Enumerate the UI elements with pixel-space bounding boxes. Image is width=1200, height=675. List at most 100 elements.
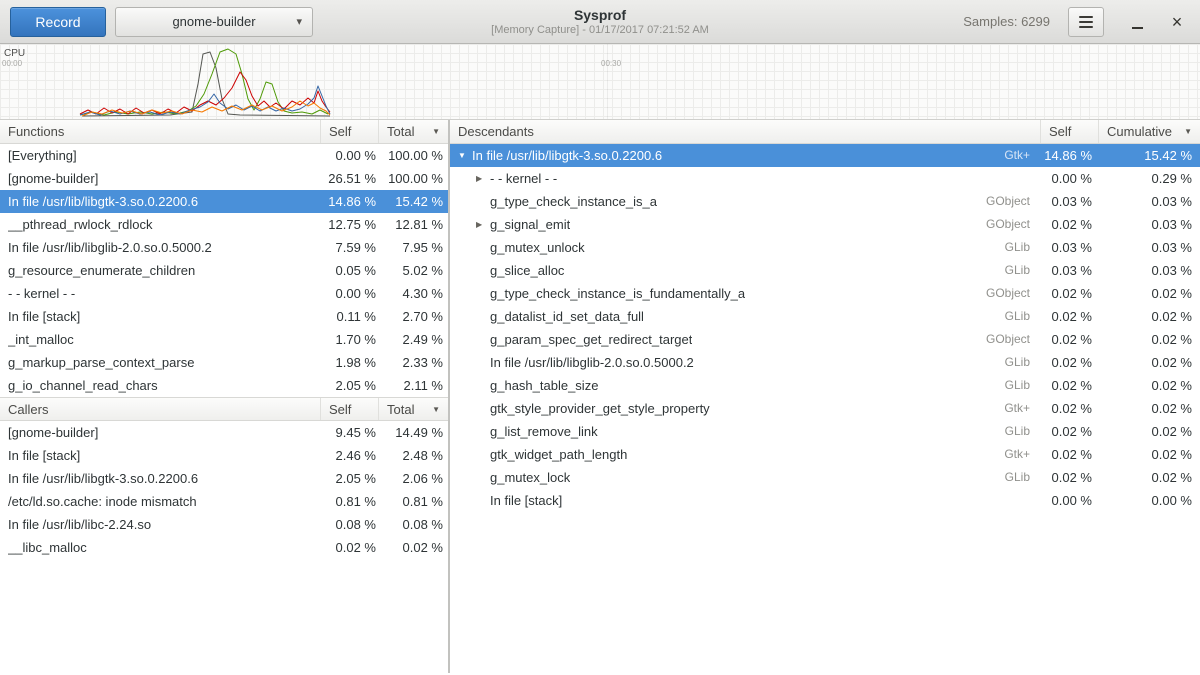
table-row[interactable]: gtk_widget_path_lengthGtk+0.02 %0.02 % xyxy=(450,443,1200,466)
column-header-callers[interactable]: Callers xyxy=(0,398,320,420)
table-row[interactable]: In file /usr/lib/libglib-2.0.so.0.5000.2… xyxy=(0,236,448,259)
function-name: g_markup_parse_context_parse xyxy=(8,351,194,374)
descendants-table: Descendants Self Cumulative ▼ ▼In file /… xyxy=(450,120,1200,512)
column-header-total[interactable]: Total ▼ xyxy=(378,120,448,143)
table-row[interactable]: g_list_remove_linkGLib0.02 %0.02 % xyxy=(450,420,1200,443)
column-header-functions[interactable]: Functions xyxy=(0,120,320,143)
name-cell: In file [stack] xyxy=(0,305,320,328)
table-row[interactable]: In file /usr/lib/libglib-2.0.so.0.5000.2… xyxy=(450,351,1200,374)
name-cell: __libc_malloc xyxy=(0,536,320,559)
name-cell: _int_malloc xyxy=(0,328,320,351)
library-category-label: GObject xyxy=(978,328,1040,351)
self-percent: 1.98 % xyxy=(320,351,378,374)
table-row[interactable]: g_type_check_instance_is_fundamentally_a… xyxy=(450,282,1200,305)
function-name: g_list_remove_link xyxy=(490,420,598,443)
table-row[interactable]: [gnome-builder]26.51 %100.00 % xyxy=(0,167,448,190)
total-percent: 0.02 % xyxy=(1098,351,1200,374)
total-percent: 15.42 % xyxy=(1098,144,1200,167)
self-percent: 0.02 % xyxy=(1040,351,1098,374)
table-row[interactable]: g_mutex_lockGLib0.02 %0.02 % xyxy=(450,466,1200,489)
name-cell: In file /usr/lib/libgtk-3.so.0.2200.6 xyxy=(0,190,320,213)
hamburger-icon xyxy=(1079,16,1093,28)
name-cell: In file [stack] xyxy=(0,444,320,467)
self-percent: 2.46 % xyxy=(320,444,378,467)
menu-button[interactable] xyxy=(1068,7,1104,37)
table-row[interactable]: In file [stack]0.11 %2.70 % xyxy=(0,305,448,328)
cpu-label: CPU xyxy=(4,48,25,59)
self-percent: 0.03 % xyxy=(1040,190,1098,213)
function-name: - - kernel - - xyxy=(490,167,557,190)
table-row[interactable]: ▼In file /usr/lib/libgtk-3.so.0.2200.6Gt… xyxy=(450,144,1200,167)
table-row[interactable]: __pthread_rwlock_rdlock12.75 %12.81 % xyxy=(0,213,448,236)
close-icon: × xyxy=(1172,12,1183,32)
name-cell: g_list_remove_linkGLib xyxy=(450,420,1040,443)
table-row[interactable]: g_io_channel_read_chars2.05 %2.11 % xyxy=(0,374,448,397)
minimize-button[interactable] xyxy=(1124,8,1150,36)
table-row[interactable]: g_markup_parse_context_parse 1.98 %2.33 % xyxy=(0,351,448,374)
table-row[interactable]: [Everything]0.00 %100.00 % xyxy=(0,144,448,167)
expander-closed-icon[interactable]: ▶ xyxy=(474,167,490,190)
table-row[interactable]: g_param_spec_get_redirect_targetGObject0… xyxy=(450,328,1200,351)
total-percent: 2.11 % xyxy=(378,374,448,397)
function-name: [Everything] xyxy=(8,144,77,167)
functions-rows: [Everything]0.00 %100.00 %[gnome-builder… xyxy=(0,144,448,397)
column-header-self[interactable]: Self xyxy=(320,120,378,143)
column-header-self[interactable]: Self xyxy=(1040,120,1098,143)
cpu-timeline[interactable]: CPU 00:00 00:30 xyxy=(0,44,1200,120)
function-name: /etc/ld.so.cache: inode mismatch xyxy=(8,490,197,513)
expander-closed-icon[interactable]: ▶ xyxy=(474,213,490,236)
table-row[interactable]: __libc_malloc0.02 %0.02 % xyxy=(0,536,448,559)
total-percent: 7.95 % xyxy=(378,236,448,259)
self-percent: 9.45 % xyxy=(320,421,378,444)
table-row[interactable]: g_slice_allocGLib0.03 %0.03 % xyxy=(450,259,1200,282)
table-row[interactable]: ▶g_signal_emitGObject0.02 %0.03 % xyxy=(450,213,1200,236)
table-row[interactable]: g_type_check_instance_is_aGObject0.03 %0… xyxy=(450,190,1200,213)
function-name: __libc_malloc xyxy=(8,536,87,559)
total-percent: 0.03 % xyxy=(1098,190,1200,213)
self-percent: 0.02 % xyxy=(1040,282,1098,305)
table-row[interactable]: In file /usr/lib/libgtk-3.so.0.2200.62.0… xyxy=(0,467,448,490)
process-selector-dropdown[interactable]: gnome-builder ▾ xyxy=(115,7,313,37)
table-row[interactable]: - - kernel - -0.00 %4.30 % xyxy=(0,282,448,305)
table-row[interactable]: /etc/ld.so.cache: inode mismatch 0.81 %0.… xyxy=(0,490,448,513)
column-header-cumulative[interactable]: Cumulative ▼ xyxy=(1098,120,1200,143)
table-row[interactable]: g_resource_enumerate_children0.05 %5.02 … xyxy=(0,259,448,282)
table-row[interactable]: g_mutex_unlockGLib0.03 %0.03 % xyxy=(450,236,1200,259)
table-row[interactable]: In file /usr/lib/libc-2.24.so0.08 %0.08 … xyxy=(0,513,448,536)
function-name: In file /usr/lib/libgtk-3.so.0.2200.6 xyxy=(8,467,198,490)
total-percent: 0.02 % xyxy=(1098,420,1200,443)
total-percent: 2.33 % xyxy=(378,351,448,374)
self-percent: 0.02 % xyxy=(1040,397,1098,420)
expander-open-icon[interactable]: ▼ xyxy=(456,144,472,167)
self-percent: 0.00 % xyxy=(320,282,378,305)
time-label-mid: 00:30 xyxy=(601,59,621,68)
library-category-label: Gtk+ xyxy=(996,443,1040,466)
table-row[interactable]: In file [stack]2.46 %2.48 % xyxy=(0,444,448,467)
self-percent: 0.02 % xyxy=(1040,213,1098,236)
total-percent: 0.02 % xyxy=(1098,282,1200,305)
table-row[interactable]: In file /usr/lib/libgtk-3.so.0.2200.614.… xyxy=(0,190,448,213)
table-row[interactable]: g_datalist_id_set_data_fullGLib0.02 %0.0… xyxy=(450,305,1200,328)
column-header-self[interactable]: Self xyxy=(320,398,378,420)
table-row[interactable]: gtk_style_provider_get_style_propertyGtk… xyxy=(450,397,1200,420)
close-button[interactable]: × xyxy=(1164,8,1190,36)
table-row[interactable]: In file [stack]0.00 %0.00 % xyxy=(450,489,1200,512)
function-name: [gnome-builder] xyxy=(8,421,98,444)
column-header-total[interactable]: Total ▼ xyxy=(378,398,448,420)
table-row[interactable]: _int_malloc1.70 %2.49 % xyxy=(0,328,448,351)
table-row[interactable]: [gnome-builder]9.45 %14.49 % xyxy=(0,421,448,444)
table-row[interactable]: g_hash_table_sizeGLib0.02 %0.02 % xyxy=(450,374,1200,397)
total-percent: 0.02 % xyxy=(1098,305,1200,328)
name-cell: gtk_style_provider_get_style_propertyGtk… xyxy=(450,397,1040,420)
column-header-descendants[interactable]: Descendants xyxy=(450,120,1040,143)
total-percent: 0.81 % xyxy=(378,490,448,513)
self-percent: 0.05 % xyxy=(320,259,378,282)
self-percent: 0.00 % xyxy=(320,144,378,167)
library-category-label: GObject xyxy=(978,190,1040,213)
self-percent: 0.02 % xyxy=(1040,328,1098,351)
table-row[interactable]: ▶- - kernel - -0.00 %0.29 % xyxy=(450,167,1200,190)
cpu-red-line xyxy=(80,72,330,114)
record-button[interactable]: Record xyxy=(10,7,106,37)
self-percent: 0.81 % xyxy=(320,490,378,513)
library-category-label: GObject xyxy=(978,213,1040,236)
